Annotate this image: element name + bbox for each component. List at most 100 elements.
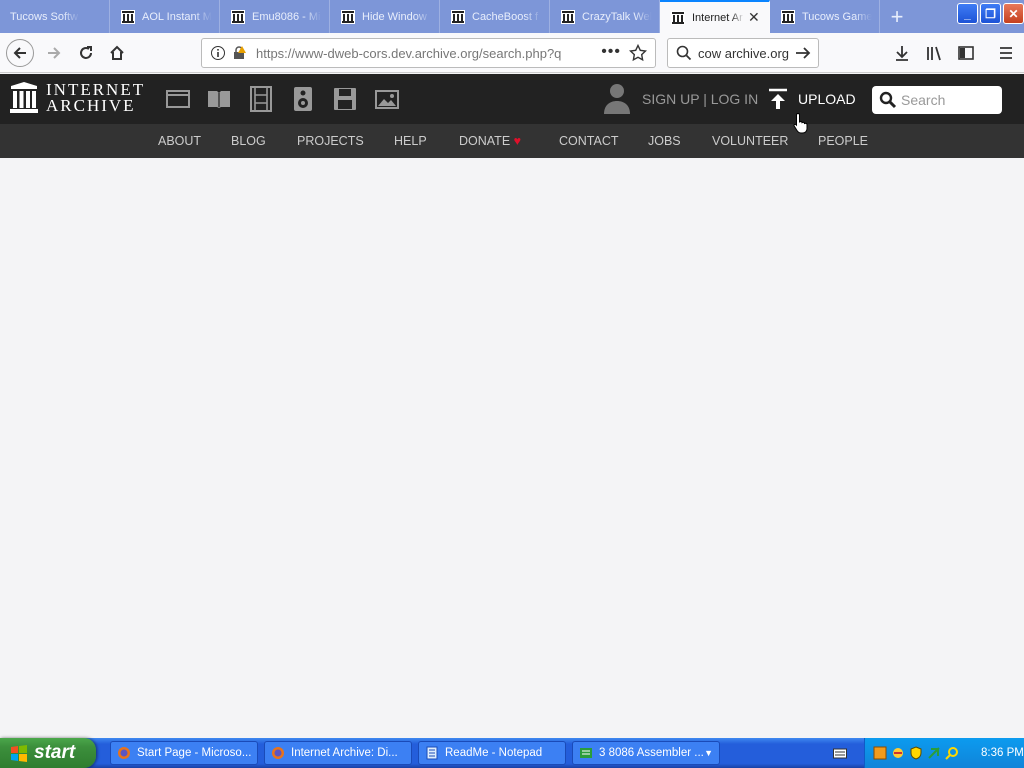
- downloads-button[interactable]: [888, 39, 916, 67]
- texts-icon[interactable]: [206, 86, 232, 112]
- tab-emu8086[interactable]: Emu8086 - Mi: [220, 0, 330, 33]
- start-button[interactable]: start: [0, 738, 96, 768]
- tab-title: Internet Ar: [692, 11, 743, 24]
- group-dropdown-icon[interactable]: ▼: [704, 748, 713, 758]
- notepad-icon: [426, 746, 438, 760]
- reload-button[interactable]: [72, 39, 100, 67]
- ia-top-bar: INTERNET ARCHIVE SIGN UP | LOG IN UPLOAD…: [0, 74, 1024, 124]
- page-actions-icon[interactable]: •••: [601, 43, 621, 61]
- internet-archive-logo[interactable]: INTERNET ARCHIVE: [10, 81, 145, 115]
- tab-title: CrazyTalk Wel: [582, 10, 652, 23]
- sidebar-button[interactable]: [952, 39, 980, 67]
- archive-favicon-icon: [561, 9, 575, 24]
- images-icon[interactable]: [374, 86, 400, 112]
- back-button[interactable]: [6, 39, 34, 67]
- nav-blog[interactable]: BLOG: [231, 134, 266, 148]
- home-icon: [110, 45, 124, 60]
- go-arrow-icon[interactable]: [794, 44, 812, 62]
- upload-arrow-icon: [769, 88, 787, 109]
- system-clock: 8:36 PM: [981, 747, 1024, 759]
- tab-crazytalk[interactable]: CrazyTalk Wel: [550, 0, 660, 33]
- video-icon[interactable]: [248, 86, 274, 112]
- hamburger-menu-icon: [1000, 47, 1012, 59]
- firefox-icon: [272, 747, 284, 759]
- menu-button[interactable]: [992, 39, 1020, 67]
- reload-icon: [80, 46, 92, 59]
- taskbar-item-label: ReadMe - Notepad: [445, 747, 543, 759]
- tab-title: Tucows Softw: [10, 10, 79, 23]
- info-icon[interactable]: [210, 45, 226, 61]
- tray-network-icon[interactable]: [891, 746, 905, 760]
- restore-button[interactable]: ❐: [980, 3, 1001, 24]
- web-icon[interactable]: [165, 86, 191, 112]
- taskbar-item-internet-archive[interactable]: Internet Archive: Di...: [264, 741, 412, 765]
- tab-tucows-software[interactable]: Tucows Softw: [0, 0, 110, 33]
- taskbar-item-8086-assembler[interactable]: 3 8086 Assembler ... ▼: [572, 741, 720, 765]
- library-icon: [927, 46, 941, 61]
- close-tab-icon[interactable]: ✕: [748, 9, 760, 26]
- nav-people[interactable]: PEOPLE: [818, 134, 868, 148]
- ia-search-field[interactable]: Search: [872, 86, 1002, 114]
- archive-building-icon: [10, 82, 38, 113]
- library-button[interactable]: [920, 39, 948, 67]
- user-avatar-icon[interactable]: [603, 82, 631, 114]
- nav-help[interactable]: HELP: [394, 134, 427, 148]
- upload-button[interactable]: UPLOAD: [768, 88, 856, 110]
- nav-donate[interactable]: DONATE ♥: [459, 134, 521, 148]
- nav-about[interactable]: ABOUT: [158, 134, 201, 148]
- nav-projects[interactable]: PROJECTS: [297, 134, 364, 148]
- windows-taskbar: start Start Page - Microso... Internet A…: [0, 738, 1024, 768]
- nav-donate-label: DONATE: [459, 134, 511, 148]
- firefox-icon: [118, 747, 130, 759]
- back-arrow-icon: [13, 47, 26, 59]
- tab-internet-archive[interactable]: Internet Ar ✕: [660, 0, 770, 33]
- ia-nav-bar: ABOUT BLOG PROJECTS HELP DONATE ♥ CONTAC…: [0, 124, 1024, 158]
- lock-warning-icon[interactable]: [232, 46, 246, 60]
- search-bar-text: cow archive.org: [698, 45, 790, 61]
- system-tray: 8:36 PM: [864, 738, 1024, 768]
- window-controls: _ ❐ ✕: [957, 3, 1024, 24]
- new-tab-button[interactable]: +: [880, 0, 914, 33]
- nav-contact[interactable]: CONTACT: [559, 134, 619, 148]
- forward-button[interactable]: [40, 39, 68, 67]
- archive-favicon-icon: [671, 10, 685, 25]
- software-icon[interactable]: [332, 86, 358, 112]
- url-text: https://www-dweb-cors.dev.archive.org/se…: [256, 45, 562, 61]
- tab-title: AOL Instant M: [142, 10, 212, 23]
- audio-icon[interactable]: [290, 86, 316, 112]
- taskbar-item-label: 3 8086 Assembler ...: [599, 747, 704, 759]
- tab-aol-instant[interactable]: AOL Instant M: [110, 0, 220, 33]
- close-window-button[interactable]: ✕: [1003, 3, 1024, 24]
- tray-search-icon[interactable]: [945, 746, 959, 760]
- security-shield-icon[interactable]: [909, 746, 923, 760]
- download-icon: [896, 46, 908, 61]
- archive-favicon-icon: [121, 9, 135, 24]
- tab-cacheboost[interactable]: CacheBoost f: [440, 0, 550, 33]
- archive-favicon-icon: [341, 9, 355, 24]
- taskbar-item-label: Start Page - Microso...: [137, 747, 252, 759]
- tab-tucows-games[interactable]: Tucows Game: [770, 0, 880, 33]
- minimize-button[interactable]: _: [957, 3, 978, 24]
- tab-title: Tucows Game: [802, 10, 872, 23]
- home-button[interactable]: [103, 39, 131, 67]
- nav-jobs[interactable]: JOBS: [648, 134, 681, 148]
- search-bar[interactable]: cow archive.org: [667, 38, 819, 68]
- taskbar-item-start-page[interactable]: Start Page - Microso...: [110, 741, 258, 765]
- bookmark-star-icon[interactable]: [629, 44, 647, 62]
- keyboard-icon[interactable]: [833, 747, 847, 759]
- tab-strip: Tucows Softw AOL Instant M Emu8086 - Mi …: [0, 0, 1024, 33]
- tab-hide-window[interactable]: Hide Window: [330, 0, 440, 33]
- start-label: start: [34, 742, 76, 763]
- taskbar-item-notepad[interactable]: ReadMe - Notepad: [418, 741, 566, 765]
- sidebar-icon: [958, 46, 974, 60]
- nav-volunteer[interactable]: VOLUNTEER: [712, 134, 788, 148]
- url-bar[interactable]: https://www-dweb-cors.dev.archive.org/se…: [201, 38, 656, 68]
- search-icon: [879, 91, 897, 109]
- tab-title: Emu8086 - Mi: [252, 10, 321, 23]
- ia-search-placeholder: Search: [901, 92, 946, 108]
- tab-title: CacheBoost f: [472, 10, 539, 23]
- sign-up-log-in-link[interactable]: SIGN UP | LOG IN: [642, 91, 758, 107]
- tray-app-icon[interactable]: [873, 746, 887, 760]
- logo-line-2: ARCHIVE: [46, 96, 136, 115]
- tray-update-icon[interactable]: [927, 746, 941, 760]
